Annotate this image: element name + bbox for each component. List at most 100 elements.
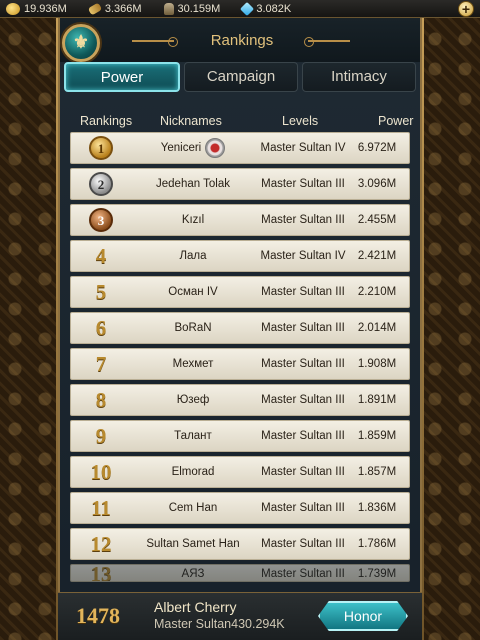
- page-title: Rankings: [210, 32, 274, 49]
- gold-amount: 19.936M: [24, 2, 67, 15]
- grain-icon: [87, 2, 103, 15]
- ranking-tabs: Power Campaign Intimacy: [64, 62, 416, 94]
- grain-amount: 3.366M: [104, 2, 142, 15]
- player-name: Kızıl: [181, 214, 205, 226]
- table-row[interactable]: 2 Jedehan Tolak Master Sultan III 3.096M: [70, 168, 410, 200]
- title-ornament-left-icon: [132, 37, 178, 47]
- player-power: 1.857M: [357, 466, 397, 478]
- player-power: 6.972M: [357, 142, 397, 154]
- honor-button[interactable]: Honor: [318, 601, 408, 631]
- title-ornament-right-icon: [304, 37, 350, 47]
- col-power: Power: [378, 114, 414, 128]
- player-name: Yeniceri: [160, 142, 202, 154]
- player-power: 1.859M: [357, 430, 397, 442]
- decorative-frame-right: [420, 0, 480, 640]
- tab-campaign[interactable]: Campaign: [184, 62, 298, 92]
- rank-number: 13: [90, 564, 112, 582]
- player-level: Master Sultan III: [261, 178, 345, 190]
- player-level: Master Sultan III: [261, 538, 345, 550]
- rankings-panel: ⚜ Rankings Power Campaign Intimacy Ranki…: [58, 18, 422, 640]
- my-level-power: Master Sultan430.294K: [154, 617, 285, 631]
- table-row[interactable]: 4 Лала Master Sultan IV 2.421M: [70, 240, 410, 272]
- player-power: 2.014M: [357, 322, 397, 334]
- my-nickname: Albert Cherry: [154, 599, 237, 615]
- player-level: Master Sultan IV: [260, 142, 346, 154]
- player-power: 1.908M: [357, 358, 397, 370]
- gold-medal-icon: 1: [89, 136, 113, 160]
- player-name: Мехмет: [172, 358, 214, 370]
- player-name: Осман IV: [168, 286, 218, 298]
- player-level: Master Sultan III: [261, 322, 345, 334]
- my-rank-number: 1478: [76, 603, 120, 628]
- table-row[interactable]: 12 Sultan Samet Han Master Sultan III 1.…: [70, 528, 410, 560]
- silver-medal-icon: 2: [89, 172, 113, 196]
- player-name: Elmorad: [171, 466, 215, 478]
- player-power: 2.210M: [357, 286, 397, 298]
- my-ranking-bar: 1478 Albert Cherry Master Sultan430.294K…: [58, 592, 422, 640]
- player-name: BoRaN: [174, 322, 212, 334]
- player-name: Талант: [174, 430, 212, 442]
- player-power: 1.739M: [357, 568, 397, 580]
- player-level: Master Sultan III: [261, 214, 345, 226]
- table-header: Rankings Nicknames Levels Power: [64, 114, 416, 134]
- grain-resource: 3.366M: [87, 2, 142, 15]
- tab-power[interactable]: Power: [64, 62, 180, 92]
- player-level: Master Sultan III: [261, 502, 345, 514]
- col-rankings: Rankings: [80, 114, 133, 128]
- gem-icon: [240, 1, 255, 16]
- guild-badge-icon: [205, 137, 226, 158]
- col-nicknames: Nicknames: [160, 114, 222, 128]
- table-row[interactable]: 1 Yeniceri Master Sultan IV 6.972M: [70, 132, 410, 164]
- col-levels: Levels: [282, 114, 319, 128]
- gem-amount: 3.082K: [256, 2, 292, 15]
- gem-resource: 3.082K: [240, 1, 292, 16]
- table-row[interactable]: 8 Юзеф Master Sultan III 1.891M: [70, 384, 410, 416]
- soldier-amount: 30.159M: [177, 2, 221, 15]
- table-row[interactable]: 5 Осман IV Master Sultan III 2.210M: [70, 276, 410, 308]
- player-level: Master Sultan III: [261, 430, 345, 442]
- soldier-icon: [163, 2, 174, 15]
- table-row[interactable]: 13 АЯЗ Master Sultan III 1.739M: [70, 564, 410, 582]
- panel-header: ⚜ Rankings: [60, 18, 420, 62]
- bronze-medal-icon: 3: [89, 208, 113, 232]
- player-name: Cem Han: [168, 502, 218, 514]
- rank-number: 11: [91, 496, 111, 520]
- player-power: 2.455M: [357, 214, 397, 226]
- player-name: Sultan Samet Han: [146, 538, 240, 550]
- player-level: Master Sultan III: [261, 568, 345, 580]
- table-row[interactable]: 6 BoRaN Master Sultan III 2.014M: [70, 312, 410, 344]
- gold-resource: 19.936M: [6, 2, 67, 15]
- back-emblem-icon[interactable]: ⚜: [62, 24, 100, 62]
- table-row[interactable]: 3 Kızıl Master Sultan III 2.455M: [70, 204, 410, 236]
- soldier-resource: 30.159M: [163, 2, 221, 15]
- player-level: Master Sultan IV: [260, 250, 346, 262]
- player-power: 1.786M: [357, 538, 397, 550]
- decorative-frame-left: [0, 0, 60, 640]
- player-name: АЯЗ: [181, 568, 205, 580]
- player-name: Jedehan Tolak: [156, 178, 230, 190]
- player-level: Master Sultan III: [261, 358, 345, 370]
- player-power: 3.096M: [357, 178, 397, 190]
- player-level: Master Sultan III: [261, 466, 345, 478]
- player-power: 1.891M: [357, 394, 397, 406]
- ranking-list[interactable]: 1 Yeniceri Master Sultan IV 6.972M 2 Jed…: [70, 132, 410, 586]
- tab-intimacy[interactable]: Intimacy: [302, 62, 416, 92]
- rank-number: 4: [95, 244, 107, 268]
- player-power: 1.836M: [357, 502, 397, 514]
- rank-number: 6: [95, 316, 107, 340]
- rank-number: 7: [95, 352, 107, 376]
- rank-number: 10: [90, 460, 112, 484]
- table-row[interactable]: 11 Cem Han Master Sultan III 1.836M: [70, 492, 410, 524]
- gold-coin-icon: [6, 2, 20, 15]
- rank-number: 9: [95, 424, 107, 448]
- rank-number: 5: [95, 280, 107, 304]
- resource-bar: 19.936M 3.366M 30.159M 3.082K +: [0, 0, 480, 18]
- player-level: Master Sultan III: [261, 286, 345, 298]
- table-row[interactable]: 7 Мехмет Master Sultan III 1.908M: [70, 348, 410, 380]
- player-name: Юзеф: [176, 394, 210, 406]
- table-row[interactable]: 10 Elmorad Master Sultan III 1.857M: [70, 456, 410, 488]
- add-resource-plus-icon[interactable]: +: [458, 1, 474, 17]
- rank-number: 8: [95, 388, 107, 412]
- rank-number: 12: [90, 532, 112, 556]
- table-row[interactable]: 9 Талант Master Sultan III 1.859M: [70, 420, 410, 452]
